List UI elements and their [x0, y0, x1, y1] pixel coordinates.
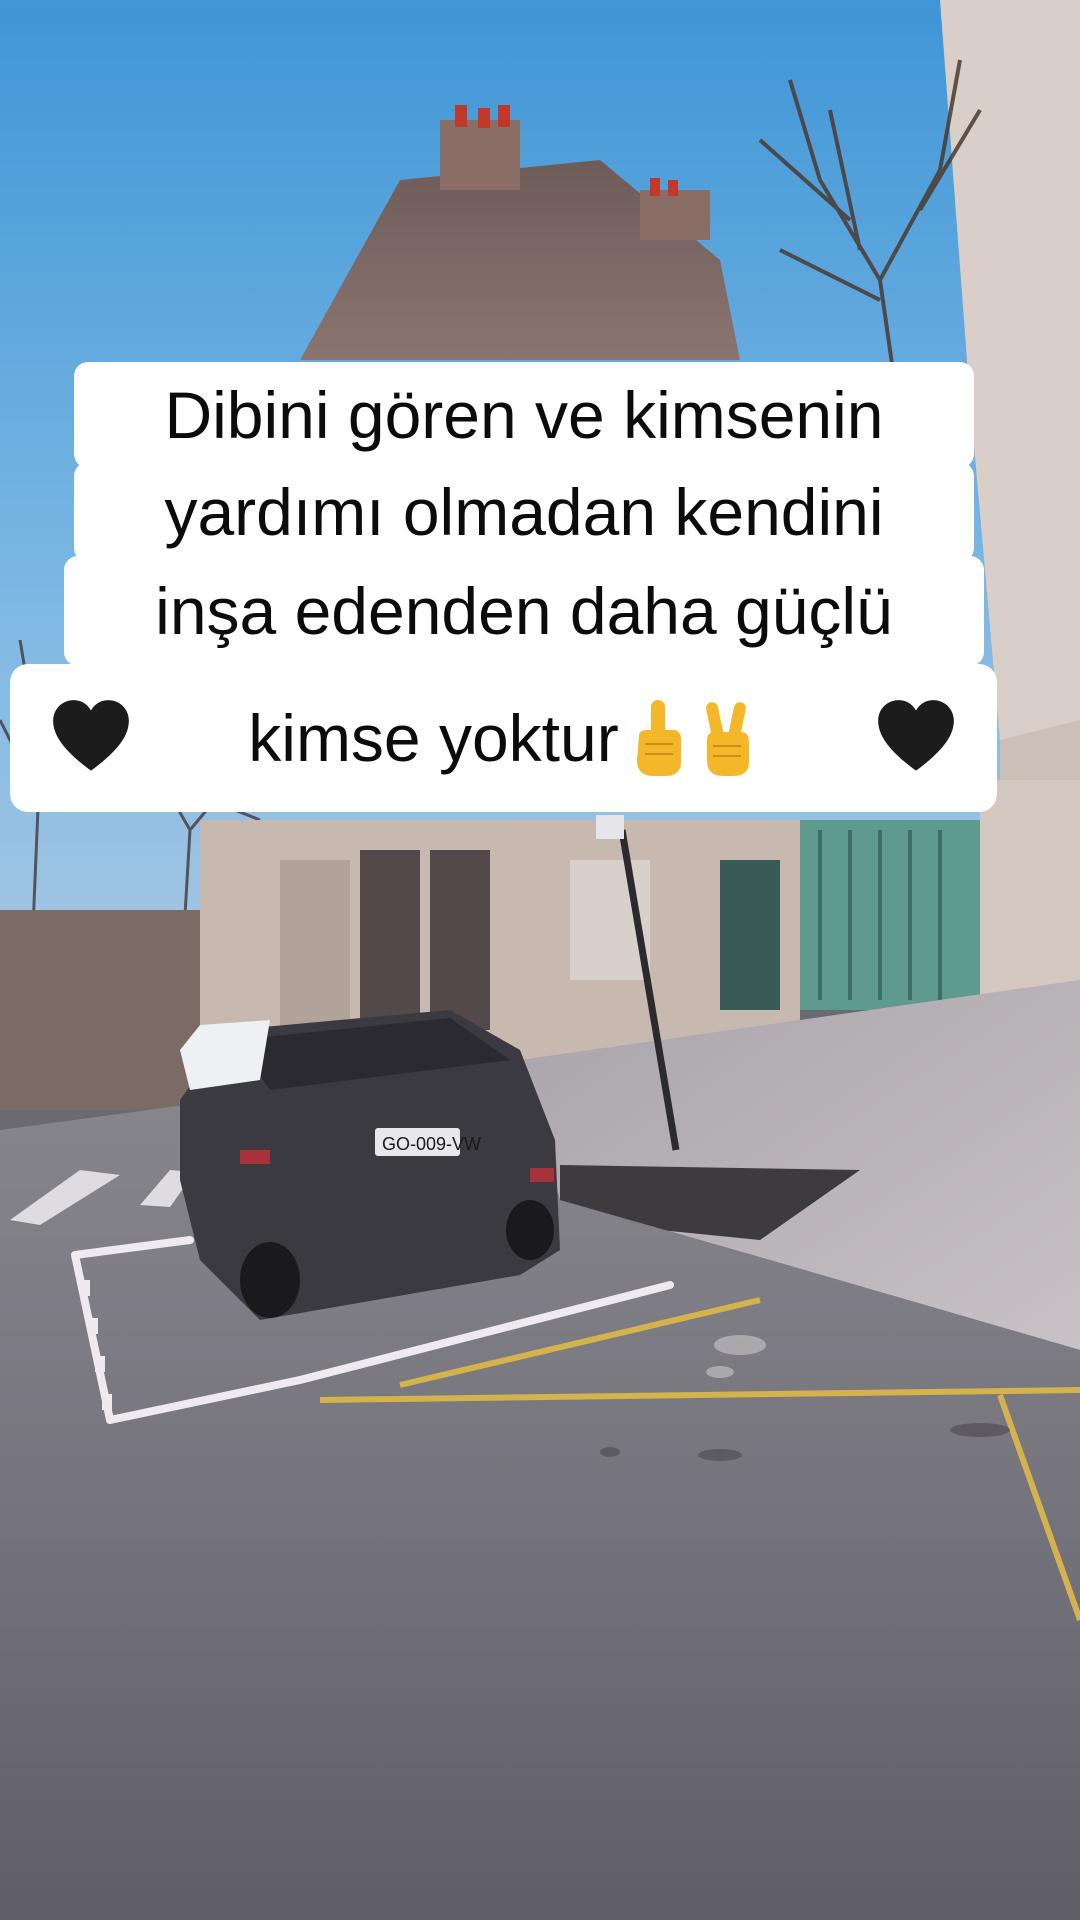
victory-hand-icon [705, 702, 749, 776]
caption-line-3-text: inşa edenden daha güçlü [155, 574, 893, 648]
black-heart-icon [53, 700, 129, 771]
street-scene-photo: GO-009-VW [0, 0, 1080, 1920]
svg-text:GO-009-VW: GO-009-VW [382, 1134, 481, 1154]
caption-line-4: kimse yoktur [10, 664, 997, 812]
index-pointing-up-icon [636, 700, 681, 776]
caption-line-1-text: Dibini gören ve kimsenin [164, 378, 884, 452]
caption-line-4-group: kimse yoktur [248, 696, 758, 780]
caption-line-1: Dibini gören ve kimsenin [74, 362, 974, 468]
black-heart-icon [878, 700, 954, 771]
caption-line-4-text: kimse yoktur [248, 701, 619, 775]
caption-line-3: inşa edenden daha güçlü [64, 556, 984, 666]
caption-line-2-text: yardımı olmadan kendini [164, 475, 884, 549]
video-frame: GO-009-VW Dibini gören ve kimsenin yardı… [0, 0, 1080, 1920]
caption-line-2: yardımı olmadan kendini [74, 462, 974, 562]
